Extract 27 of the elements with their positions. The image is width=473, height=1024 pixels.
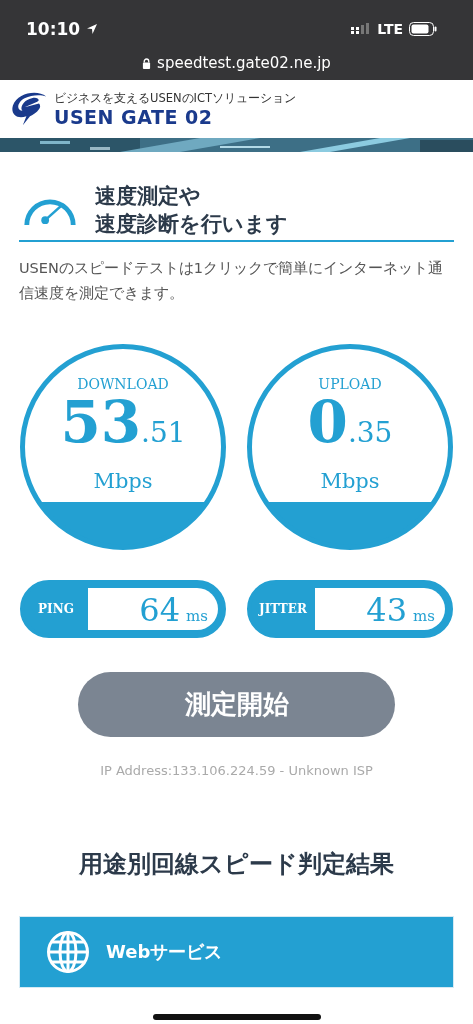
latency-value: 64 [139, 590, 181, 631]
battery-icon [409, 22, 437, 36]
location-arrow-icon [86, 23, 99, 35]
latency-unit: ms [186, 607, 208, 625]
speed-label: UPLOAD [318, 376, 382, 392]
latency-label: PING [37, 601, 75, 618]
card-title: Webサービス [106, 940, 223, 964]
logo-tagline: ビジネスを支えるUSENのICTソリューション [54, 90, 297, 106]
speed-unit: Mbps [93, 469, 153, 493]
latency-label: JITTER [257, 601, 308, 618]
globe-icon [46, 930, 90, 974]
latency-value: 43 [366, 590, 408, 631]
ip-address-text: IP Address:133.106.224.59 - Unknown ISP [99, 763, 374, 778]
status-time: 10:10 [26, 19, 81, 39]
logo-text: USEN GATE 02 [54, 105, 214, 128]
speed-label: DOWNLOAD [77, 376, 169, 392]
description-text: USENのスピードテストは1クリックで簡単にインターネット通信速度を測定できます。 [19, 259, 445, 303]
section-heading: 速度測定や 速度診断を行います [95, 183, 288, 238]
network-type: LTE [377, 21, 403, 37]
latency-unit: ms [413, 607, 435, 625]
speed-value: 53.51 [60, 392, 186, 458]
lock-icon [142, 57, 152, 69]
url-text[interactable]: speedtest.gate02.ne.jp [157, 54, 331, 72]
speed-unit: Mbps [320, 469, 380, 493]
results-heading: 用途別回線スピード判定結果 [78, 849, 395, 880]
signal-icon [351, 23, 370, 35]
speed-value: 0.35 [307, 392, 393, 458]
